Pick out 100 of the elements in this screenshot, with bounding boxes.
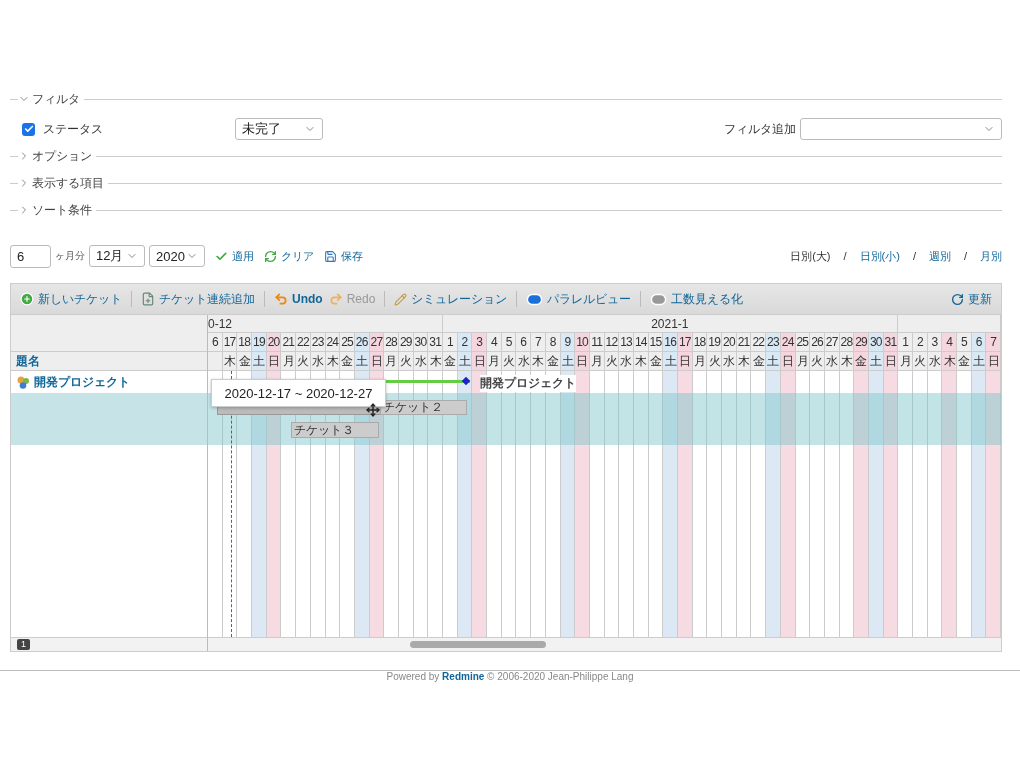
day-header: 10 [575, 333, 590, 351]
weekday-header: 金 [854, 352, 869, 370]
weekday-header: 火 [296, 352, 311, 370]
refresh-icon [951, 292, 964, 306]
subject-row[interactable] [11, 393, 207, 419]
status-checkbox[interactable] [22, 122, 35, 136]
weekday-header: 月 [487, 352, 502, 370]
day-header: 18 [237, 333, 253, 351]
section-toggle[interactable]: フィルタ [18, 90, 80, 108]
zoom-link[interactable]: 月別 [980, 248, 1002, 264]
day-header: 22 [751, 333, 767, 351]
day-header: 25 [340, 333, 355, 351]
weekday-header: 日 [575, 352, 590, 370]
weekday-header: 火 [810, 352, 825, 370]
refresh-button[interactable]: 更新 [948, 290, 995, 308]
day-header: 5 [957, 333, 972, 351]
weekday-header: 水 [722, 352, 737, 370]
subject-header: 題名 [11, 352, 207, 371]
month-select[interactable]: 12月 [89, 245, 145, 267]
toolbar-button[interactable]: パラレルビュー [523, 290, 635, 308]
weekday-header: 月 [281, 352, 297, 370]
weekday-header: 木 [942, 352, 958, 370]
subject-row[interactable] [11, 419, 207, 445]
weekday-header: 土 [766, 352, 781, 370]
day-header: 1 [443, 333, 458, 351]
toolbar-button[interactable]: 新しいチケット [17, 290, 125, 308]
weekday-header: 木 [428, 352, 443, 370]
day-header: 19 [707, 333, 723, 351]
day-header: 26 [810, 333, 825, 351]
move-cursor-icon [366, 403, 380, 417]
day-header: 21 [281, 333, 297, 351]
plus-icon [20, 292, 34, 306]
day-header: 2 [913, 333, 928, 351]
weekday-header: 金 [237, 352, 253, 370]
add-filter-label: フィルタ追加 [724, 120, 796, 138]
bar-label: 開発プロジェクト [480, 375, 576, 392]
weekday-header: 火 [707, 352, 723, 370]
weekday-header: 日 [986, 352, 1001, 370]
status-select[interactable]: 未完了 [235, 118, 323, 140]
day-header: 19 [252, 333, 267, 351]
pencil-icon [394, 292, 408, 306]
check-icon [215, 249, 228, 263]
year-select[interactable]: 2020 [149, 245, 205, 267]
weekday-header: 水 [516, 352, 532, 370]
apply-link[interactable]: 適用 [215, 248, 254, 264]
weekday-header: 金 [340, 352, 355, 370]
month-header: 0-12 [208, 315, 444, 332]
day-header: 4 [487, 333, 502, 351]
toolbar-button[interactable]: チケット連続追加 [138, 290, 258, 308]
toolbar-button[interactable]: シミュレーション [391, 290, 511, 308]
refresh-icon [264, 249, 277, 263]
day-header: 6 [208, 333, 223, 351]
separator: / [963, 250, 967, 262]
weekday-header: 土 [663, 352, 678, 370]
day-header: 22 [296, 333, 311, 351]
weekday-header: 水 [619, 352, 634, 370]
zoom-link[interactable]: 日別(大) [790, 248, 831, 264]
day-header: 17 [678, 333, 693, 351]
zoom-link[interactable]: 週別 [928, 248, 951, 264]
day-header: 4 [942, 333, 958, 351]
day-header: 28 [384, 333, 399, 351]
toolbar-button[interactable]: Undo [271, 292, 326, 306]
day-header: 29 [854, 333, 869, 351]
section-toggle[interactable]: オプション [18, 147, 92, 165]
redmine-link[interactable]: Redmine [442, 671, 485, 682]
weekday-header: 火 [913, 352, 928, 370]
day-header: 31 [428, 333, 443, 351]
weekday-header: 金 [957, 352, 972, 370]
zoom-link[interactable]: 日別(小) [859, 248, 900, 264]
clear-link[interactable]: クリア [264, 248, 314, 264]
months-label: ヶ月分 [55, 249, 85, 263]
months-field[interactable]: 6 [10, 244, 51, 268]
undo-icon [274, 292, 288, 306]
document-icon [141, 292, 155, 306]
toolbar-button[interactable]: 工数見える化 [647, 290, 747, 308]
month-header: 2021-1 [443, 315, 898, 332]
scrollbar-thumb[interactable] [410, 641, 546, 648]
day-header: 16 [663, 333, 678, 351]
section-toggle[interactable]: ソート条件 [18, 201, 92, 219]
redo-icon [328, 292, 343, 306]
day-header: 7 [531, 333, 546, 351]
weekday-header: 金 [751, 352, 767, 370]
page-badge: 1 [17, 639, 30, 650]
date-tooltip: 2020-12-17 ~ 2020-12-27 [211, 379, 386, 407]
weekday-header: 金 [443, 352, 458, 370]
section-toggle[interactable]: 表示する項目 [18, 174, 104, 192]
save-link[interactable]: 保存 [324, 248, 363, 264]
weekday-header: 木 [531, 352, 546, 370]
project-link[interactable]: 開発プロジェクト [34, 373, 130, 391]
day-header: 3 [472, 333, 488, 351]
weekday-header: 日 [678, 352, 693, 370]
task-bar[interactable]: チケット３ [291, 422, 379, 438]
weekday-header: 月 [898, 352, 913, 370]
day-header: 23 [766, 333, 781, 351]
add-filter-select[interactable] [800, 118, 1002, 140]
day-header: 20 [722, 333, 737, 351]
weekday-header: 日 [472, 352, 488, 370]
weekday-header: 月 [384, 352, 399, 370]
day-header: 13 [619, 333, 634, 351]
footer-text: Powered by Redmine © 2006-2020 Jean-Philippe Lang [386, 671, 634, 683]
